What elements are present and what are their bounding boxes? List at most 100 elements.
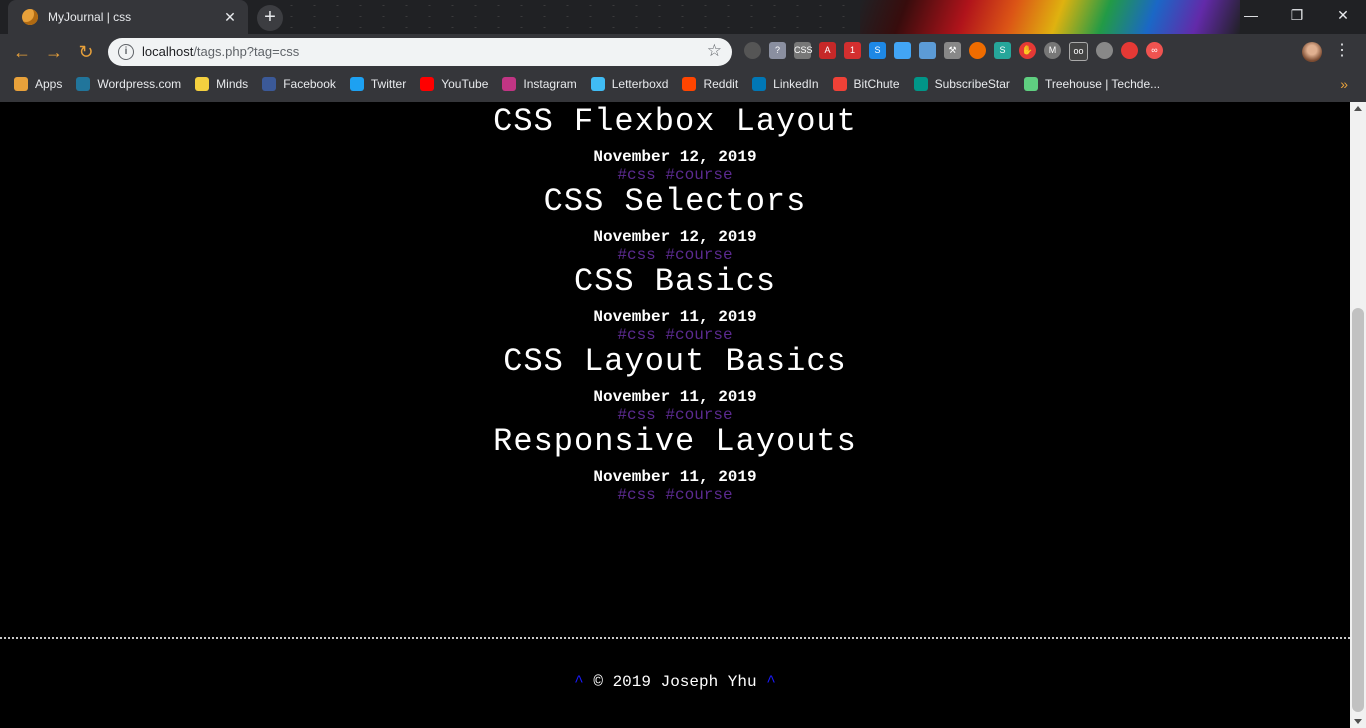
bookmark-label: Instagram	[523, 77, 577, 91]
reload-icon[interactable]: ↻	[74, 40, 98, 64]
bookmark-item[interactable]: Treehouse | Techde...	[1023, 77, 1161, 91]
theme-rainbow	[860, 0, 1240, 34]
bitchute-icon	[832, 77, 847, 91]
ghost-extension-icon[interactable]	[1121, 42, 1138, 59]
bookmark-item[interactable]: Reddit	[682, 77, 738, 91]
pdf-extension-icon[interactable]: A	[819, 42, 836, 59]
active-tab[interactable]: MyJournal | css ✕	[8, 0, 248, 34]
css-extension-icon[interactable]: CSS	[794, 42, 813, 59]
address-bar[interactable]: i localhost/tags.php?tag=css ☆	[108, 38, 732, 66]
profile-avatar[interactable]	[1302, 42, 1322, 62]
footer-line: ^ © 2019 Joseph Yhu ^	[0, 673, 1350, 691]
post-title[interactable]: CSS Layout Basics	[0, 344, 1350, 380]
windows-extension-icon[interactable]	[894, 42, 911, 59]
tag-link[interactable]: #css	[617, 166, 655, 184]
tag-link[interactable]: #course	[665, 406, 732, 424]
post-title[interactable]: Responsive Layouts	[0, 424, 1350, 460]
scrollbar-thumb[interactable]	[1352, 308, 1364, 712]
bookmark-item[interactable]: Instagram	[502, 77, 577, 91]
page-content: CSS Flexbox Layout November 12, 2019 #css …	[0, 102, 1350, 728]
hand-extension-icon[interactable]: ✋	[1019, 42, 1036, 59]
tag-link[interactable]: #css	[617, 246, 655, 264]
scroll-top-caret-left[interactable]: ^	[574, 673, 584, 691]
scroll-up-arrow-icon[interactable]	[1354, 106, 1362, 111]
tag-link[interactable]: #course	[665, 246, 732, 264]
bookmark-label: Treehouse | Techde...	[1044, 77, 1161, 91]
extension-icon[interactable]	[744, 42, 761, 59]
bookmark-item[interactable]: YouTube	[420, 77, 488, 91]
vertical-scrollbar[interactable]	[1350, 102, 1366, 728]
reddit-icon	[682, 77, 697, 91]
linkedin-icon	[752, 77, 767, 91]
more-bookmarks-icon[interactable]: »	[1340, 76, 1348, 92]
bookmark-label: BitChute	[853, 77, 900, 91]
s-extension-icon[interactable]: S	[994, 42, 1011, 59]
bookmark-star-icon[interactable]: ☆	[707, 41, 722, 61]
post-date: November 11, 2019	[593, 468, 757, 486]
bookmarks-bar: Apps Wordpress.com Minds Facebook Twitter You…	[0, 70, 1366, 98]
skype-extension-icon[interactable]: S	[869, 42, 886, 59]
minimize-button[interactable]: —	[1228, 0, 1274, 30]
infinity-extension-icon[interactable]: ∞	[1146, 42, 1163, 59]
bookmark-label: Facebook	[283, 77, 336, 91]
screenshot-extension-icon[interactable]	[919, 42, 936, 59]
tab-title: MyJournal | css	[48, 10, 132, 24]
bookmark-item[interactable]: Wordpress.com	[76, 77, 181, 91]
forward-arrow-icon[interactable]: →	[42, 40, 66, 64]
tag-link[interactable]: #css	[617, 406, 655, 424]
back-arrow-icon[interactable]: ←	[10, 40, 34, 64]
bookmark-item[interactable]: Apps	[14, 77, 62, 91]
browser-toolbar: ← → ↻ i localhost/tags.php?tag=css ☆ ? C…	[0, 34, 1366, 70]
tab-close-icon[interactable]: ✕	[220, 9, 240, 26]
subscribestar-icon	[913, 77, 928, 91]
post-entry: CSS Selectors November 12, 2019 #css #cour…	[0, 184, 1350, 265]
balloon-extension-icon[interactable]	[1096, 42, 1113, 59]
tag-link[interactable]: #course	[665, 166, 732, 184]
tag-link[interactable]: #course	[665, 326, 732, 344]
youtube-icon	[420, 77, 435, 91]
info-icon[interactable]: i	[118, 44, 134, 60]
fox-extension-icon[interactable]	[969, 42, 986, 59]
url-text[interactable]: localhost/tags.php?tag=css	[142, 44, 299, 59]
url-host: localhost	[142, 44, 194, 59]
tag-link[interactable]: #css	[617, 486, 655, 504]
m-extension-icon[interactable]: M	[1044, 42, 1061, 59]
wordpress-icon	[76, 77, 91, 91]
tag-link[interactable]: #course	[665, 486, 732, 504]
instagram-icon	[502, 77, 517, 91]
bookmark-item[interactable]: SubscribeStar	[913, 77, 1010, 91]
treehouse-icon	[1023, 77, 1038, 91]
wrench-extension-icon[interactable]: ⚒	[944, 42, 961, 59]
close-window-button[interactable]: ✕	[1320, 0, 1366, 30]
bookmark-item[interactable]: Twitter	[349, 77, 407, 91]
restore-button[interactable]: ❐	[1274, 0, 1320, 30]
url-path: /tags.php?tag=css	[193, 44, 300, 59]
new-tab-button[interactable]: +	[257, 5, 283, 31]
facebook-icon	[262, 77, 277, 91]
post-entry: CSS Layout Basics November 11, 2019 #css #…	[0, 344, 1350, 425]
post-tags: #css #course	[0, 326, 1350, 344]
scroll-down-arrow-icon[interactable]	[1354, 719, 1362, 724]
menu-dots-icon[interactable]: ⋮	[1334, 40, 1350, 60]
bookmark-item[interactable]: Letterboxd	[590, 77, 668, 91]
bookmark-item[interactable]: Minds	[195, 77, 248, 91]
apps-grid-icon	[14, 77, 28, 91]
post-date: November 11, 2019	[593, 388, 757, 406]
post-entry: CSS Flexbox Layout November 12, 2019 #css …	[0, 104, 1350, 185]
glasses-extension-icon[interactable]: oo	[1069, 42, 1088, 61]
bookmark-item[interactable]: LinkedIn	[752, 77, 819, 91]
bookmark-item[interactable]: BitChute	[832, 77, 900, 91]
bookmark-label: Twitter	[370, 77, 407, 91]
post-tags: #css #course	[0, 166, 1350, 184]
post-title[interactable]: CSS Selectors	[0, 184, 1350, 220]
scroll-top-caret-right[interactable]: ^	[766, 673, 776, 691]
bookmark-item[interactable]: Facebook	[262, 77, 336, 91]
extensions-area: ? CSS A 1 S ⚒ S ✋ M oo ∞	[744, 42, 1163, 61]
post-title[interactable]: CSS Basics	[0, 264, 1350, 300]
tag-link[interactable]: #css	[617, 326, 655, 344]
post-tags: #css #course	[0, 246, 1350, 264]
shield-extension-icon[interactable]: ?	[769, 42, 786, 59]
post-date: November 11, 2019	[593, 308, 757, 326]
post-title[interactable]: CSS Flexbox Layout	[0, 104, 1350, 140]
calendar-extension-icon[interactable]: 1	[844, 42, 861, 59]
